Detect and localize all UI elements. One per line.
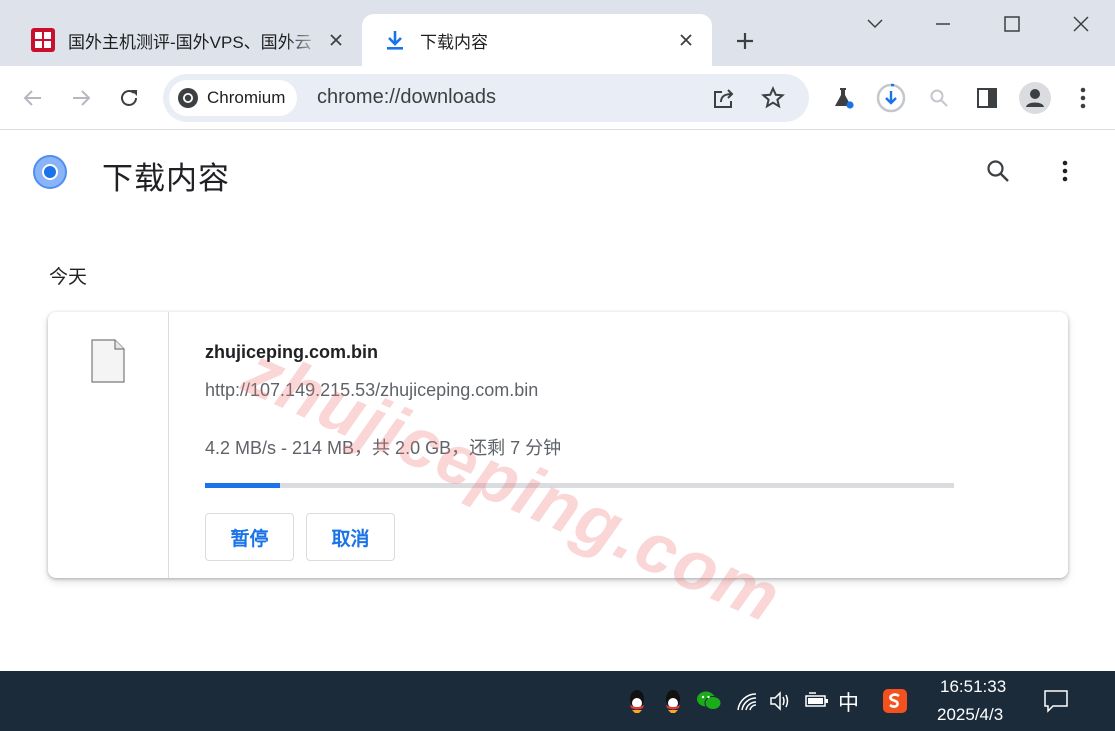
bookmark-button[interactable] bbox=[755, 80, 791, 116]
share-button[interactable] bbox=[706, 80, 742, 116]
tab-search-button[interactable] bbox=[843, 0, 907, 48]
tab-downloads[interactable]: 下载内容 bbox=[362, 14, 712, 66]
minimize-button[interactable] bbox=[911, 0, 975, 48]
notification-center-button[interactable] bbox=[1040, 685, 1072, 717]
battery-icon[interactable] bbox=[803, 687, 831, 715]
search-downloads-button[interactable] bbox=[980, 153, 1016, 189]
clock-date[interactable]: 2025/4/3 bbox=[937, 705, 1003, 725]
tab-zhujiceping[interactable]: 国外主机测评-国外VPS、国外云 bbox=[14, 14, 358, 66]
progress-bar bbox=[205, 483, 954, 488]
wifi-icon[interactable] bbox=[733, 687, 761, 715]
cancel-button[interactable]: 取消 bbox=[306, 513, 395, 561]
close-window-button[interactable] bbox=[1049, 0, 1113, 48]
chromium-logo-icon bbox=[33, 155, 67, 189]
tab-title: 国外主机测评-国外VPS、国外云 bbox=[68, 32, 312, 52]
kebab-menu-icon bbox=[1080, 87, 1086, 109]
downloads-menu-button[interactable] bbox=[1047, 153, 1083, 189]
chevron-down-icon bbox=[867, 19, 883, 29]
share-icon bbox=[714, 89, 734, 108]
reload-button[interactable] bbox=[111, 80, 147, 116]
magnifier-icon bbox=[930, 89, 948, 107]
arrow-right-icon bbox=[73, 90, 91, 106]
tab-close-icon[interactable] bbox=[674, 28, 698, 52]
progress-fill bbox=[205, 483, 280, 488]
file-icon bbox=[91, 339, 125, 383]
site-info-chip[interactable]: Chromium bbox=[169, 80, 298, 116]
qq-icon[interactable] bbox=[623, 687, 651, 715]
forward-button[interactable] bbox=[63, 80, 99, 116]
arrow-left-icon bbox=[23, 90, 41, 106]
pause-button[interactable]: 暂停 bbox=[205, 513, 294, 561]
plus-icon bbox=[737, 33, 753, 49]
page-title: 下载内容 bbox=[102, 161, 230, 197]
file-name-link[interactable]: zhujiceping.com.bin bbox=[205, 342, 378, 363]
source-url[interactable]: http://107.149.215.53/zhujiceping.com.bi… bbox=[205, 380, 538, 401]
close-icon bbox=[1073, 16, 1089, 32]
tab-title: 下载内容 bbox=[420, 32, 488, 52]
side-panel-icon bbox=[977, 88, 997, 108]
download-progress-icon bbox=[876, 83, 906, 113]
new-tab-button[interactable] bbox=[730, 26, 760, 56]
qq-icon[interactable] bbox=[659, 687, 687, 715]
file-icon-column bbox=[48, 312, 169, 578]
search-icon bbox=[987, 160, 1009, 182]
sogou-icon[interactable] bbox=[881, 687, 909, 715]
download-favicon-icon bbox=[387, 31, 403, 50]
date-section-label: 今天 bbox=[49, 267, 88, 288]
maximize-icon bbox=[1004, 16, 1020, 32]
zoom-button[interactable] bbox=[921, 80, 957, 116]
taskbar: 中 16:51:33 2025/4/3 bbox=[0, 671, 1115, 731]
downloads-header: 下载内容 bbox=[0, 131, 1115, 221]
tab-close-icon[interactable] bbox=[324, 28, 348, 52]
downloads-button[interactable] bbox=[873, 80, 909, 116]
minimize-icon bbox=[936, 23, 950, 25]
back-button[interactable] bbox=[15, 80, 51, 116]
reload-icon bbox=[121, 90, 137, 106]
toolbar: Chromium chrome://downloads bbox=[0, 66, 1115, 130]
avatar-icon bbox=[1019, 82, 1051, 114]
profile-button[interactable] bbox=[1017, 80, 1053, 116]
volume-icon[interactable] bbox=[767, 687, 795, 715]
download-item-card: zhujiceping.com.bin http://107.149.215.5… bbox=[48, 312, 1068, 578]
ime-indicator[interactable]: 中 bbox=[838, 687, 859, 717]
side-panel-button[interactable] bbox=[969, 80, 1005, 116]
clock-time[interactable]: 16:51:33 bbox=[940, 677, 1006, 697]
labs-button[interactable] bbox=[825, 80, 861, 116]
tab-strip: 国外主机测评-国外VPS、国外云 下载内容 bbox=[0, 0, 1115, 66]
chromium-icon bbox=[178, 88, 198, 108]
browser-menu-button[interactable] bbox=[1065, 80, 1101, 116]
download-status: 4.2 MB/s - 214 MB，共 2.0 GB，还剩 7 分钟 bbox=[205, 438, 562, 458]
maximize-button[interactable] bbox=[980, 0, 1044, 48]
speech-bubble-icon bbox=[1044, 690, 1068, 713]
site-favicon-icon bbox=[31, 28, 55, 52]
star-icon bbox=[761, 86, 785, 109]
kebab-menu-icon bbox=[1062, 160, 1068, 182]
chip-label: Chromium bbox=[207, 88, 286, 107]
omnibox[interactable]: Chromium chrome://downloads bbox=[163, 74, 809, 122]
wechat-icon[interactable] bbox=[695, 687, 723, 715]
flask-icon bbox=[835, 88, 854, 109]
url-text[interactable]: chrome://downloads bbox=[317, 86, 496, 109]
